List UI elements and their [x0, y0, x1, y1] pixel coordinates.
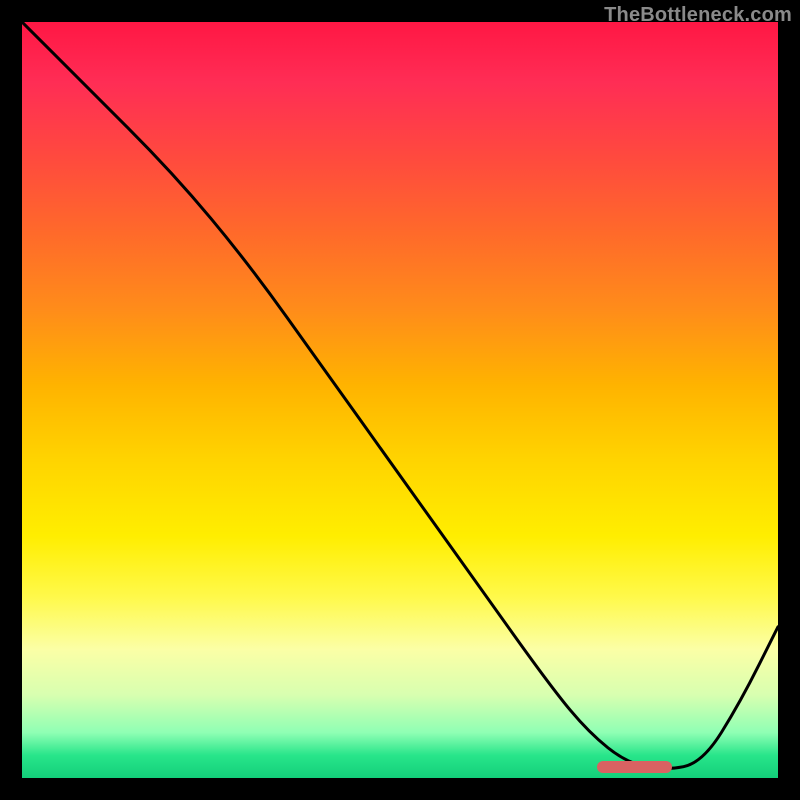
optimal-range-marker [597, 761, 673, 773]
plot-area [22, 22, 778, 778]
chart-frame: TheBottleneck.com [0, 0, 800, 800]
bottleneck-curve-path [22, 22, 778, 769]
curve-svg [22, 22, 778, 778]
watermark-text: TheBottleneck.com [604, 4, 792, 27]
